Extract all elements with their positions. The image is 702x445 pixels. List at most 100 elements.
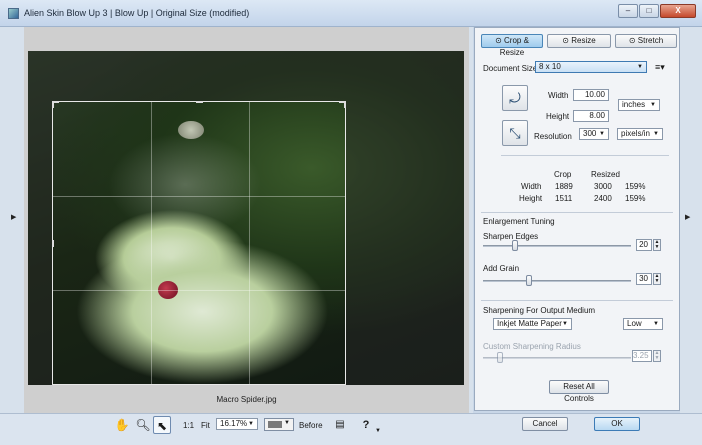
- custom-radius-label: Custom Sharpening Radius: [483, 342, 581, 351]
- unit-select[interactable]: inches ▼: [618, 99, 660, 111]
- crop-handle-top-left[interactable]: [52, 101, 59, 108]
- chevron-down-icon: ▼: [653, 131, 659, 137]
- table-cell: 1511: [555, 194, 573, 203]
- tab-resize[interactable]: ⊙ Resize: [547, 34, 611, 48]
- hand-icon[interactable]: ✋: [113, 416, 131, 434]
- crop-mask-right: [346, 51, 464, 385]
- zoom-fit-button[interactable]: Fit: [201, 421, 210, 430]
- close-button[interactable]: X: [660, 4, 696, 18]
- divider: [481, 300, 673, 301]
- preview-canvas[interactable]: Macro Spider.jpg: [24, 27, 469, 413]
- radius-stepper[interactable]: ▲ ▼: [653, 350, 661, 362]
- chevron-down-icon: ▼: [248, 421, 254, 427]
- resolution-label: Resolution: [534, 132, 572, 141]
- background-color-select[interactable]: ▼: [264, 418, 294, 431]
- table-cell: 1889: [555, 182, 573, 191]
- split-view-icon[interactable]: ▤: [331, 416, 349, 434]
- document-size-label: Document Size: [483, 64, 538, 73]
- chevron-down-icon: ▼: [650, 102, 656, 108]
- zoom-level-select[interactable]: 16.17% ▼: [216, 418, 258, 430]
- crop-mask-top: [28, 51, 346, 101]
- maximize-button[interactable]: □: [639, 4, 659, 18]
- tab-stretch[interactable]: ⊙ Stretch: [615, 34, 677, 48]
- crop-handle-left[interactable]: [52, 240, 59, 247]
- height-field[interactable]: 8.00: [573, 110, 609, 122]
- presets-menu-icon[interactable]: ≡▾: [655, 62, 665, 73]
- minimize-button[interactable]: –: [618, 4, 638, 18]
- sharpen-edges-slider[interactable]: [483, 245, 631, 247]
- reset-all-controls-button[interactable]: Reset All Controls: [549, 380, 609, 403]
- table-cell: 159%: [625, 194, 646, 203]
- sharpening-level-select[interactable]: Low ▼: [623, 318, 663, 330]
- expand-right-icon[interactable]: ▶: [685, 213, 690, 221]
- table-row-label: Width: [521, 182, 542, 191]
- crop-to-image-icon[interactable]: ⤡: [502, 120, 528, 146]
- crop-grid-line: [151, 102, 152, 384]
- magnifier-icon[interactable]: 🔍︎: [134, 416, 152, 434]
- table-cell: 2400: [594, 194, 612, 203]
- crop-icon: ⊙: [495, 36, 502, 45]
- divider: [501, 155, 669, 156]
- title-bar: Alien Skin Blow Up 3 | Blow Up | Origina…: [0, 0, 702, 27]
- sharpen-edges-field[interactable]: 20: [636, 239, 652, 251]
- help-icon[interactable]: ?: [357, 416, 375, 434]
- image-filename: Macro Spider.jpg: [216, 395, 277, 404]
- table-cell: 3000: [594, 182, 612, 191]
- crop-grid-line: [53, 290, 345, 291]
- left-panel-toggle[interactable]: ▶: [0, 27, 24, 413]
- sharpen-stepper[interactable]: ▲ ▼: [653, 239, 661, 251]
- sharpen-edges-label: Sharpen Edges: [483, 232, 539, 241]
- section-title: Enlargement Tuning: [483, 217, 555, 226]
- help-menu-chevron-icon[interactable]: ▼: [375, 428, 381, 434]
- ok-button[interactable]: OK: [594, 417, 640, 431]
- add-grain-field[interactable]: 30: [636, 273, 652, 285]
- crop-handle-top-right[interactable]: [339, 101, 346, 108]
- preview-image[interactable]: [28, 51, 464, 385]
- custom-radius-slider[interactable]: [483, 357, 631, 359]
- sharpen-edges-thumb[interactable]: [512, 240, 518, 251]
- app-icon: [8, 8, 19, 19]
- crop-mask-left: [28, 101, 52, 385]
- chevron-down-icon: ▼: [562, 321, 568, 327]
- pane-divider: [469, 27, 473, 413]
- table-header-resized: Resized: [591, 170, 620, 179]
- tab-crop-resize[interactable]: ⊙ Crop & Resize: [481, 34, 543, 57]
- zoom-1to1-button[interactable]: 1:1: [183, 421, 194, 430]
- document-size-select[interactable]: 8 x 10 ▼: [535, 61, 647, 73]
- divider: [481, 212, 673, 213]
- section-title: Sharpening For Output Medium: [483, 306, 596, 315]
- crop-handle-top[interactable]: [196, 101, 203, 108]
- rotate-orientation-icon[interactable]: ⤾: [502, 85, 528, 111]
- resolution-unit-select[interactable]: pixels/in ▼: [617, 128, 663, 140]
- custom-radius-field[interactable]: 3.25: [632, 350, 652, 362]
- resize-icon: ⊙: [562, 36, 569, 45]
- width-field[interactable]: 10.00: [573, 89, 609, 101]
- cancel-button[interactable]: Cancel: [522, 417, 568, 431]
- window-controls: – □ X: [618, 4, 696, 18]
- chevron-down-icon: ▼: [653, 321, 659, 327]
- settings-panel: ⊙ Crop & Resize ⊙ Resize ⊙ Stretch Docum…: [474, 27, 680, 411]
- stretch-icon: ⊙: [628, 36, 636, 45]
- add-grain-thumb[interactable]: [526, 275, 532, 286]
- crop-grid-line: [53, 196, 345, 197]
- resolution-select[interactable]: 300 ▼: [579, 128, 609, 140]
- crop-grid-line: [249, 102, 250, 384]
- table-cell: 159%: [625, 182, 646, 191]
- chevron-down-icon: ▼: [599, 131, 605, 137]
- add-grain-label: Add Grain: [483, 264, 520, 273]
- right-panel-toggle[interactable]: ▶: [680, 27, 702, 413]
- chevron-down-icon: ▼: [637, 64, 643, 70]
- add-grain-slider[interactable]: [483, 280, 631, 282]
- color-swatch: [268, 421, 282, 428]
- expand-left-icon[interactable]: ▶: [11, 213, 16, 221]
- before-toggle[interactable]: Before: [299, 421, 323, 430]
- height-label: Height: [546, 112, 570, 121]
- table-row-label: Height: [519, 194, 543, 203]
- grain-stepper[interactable]: ▲ ▼: [653, 273, 661, 285]
- width-label: Width: [548, 91, 569, 100]
- pointer-icon[interactable]: ⬉: [153, 416, 171, 434]
- crop-rectangle[interactable]: [52, 101, 346, 385]
- window-title: Alien Skin Blow Up 3 | Blow Up | Origina…: [24, 8, 250, 18]
- custom-radius-thumb[interactable]: [497, 352, 503, 363]
- output-medium-select[interactable]: Inkjet Matte Paper ▼: [493, 318, 572, 330]
